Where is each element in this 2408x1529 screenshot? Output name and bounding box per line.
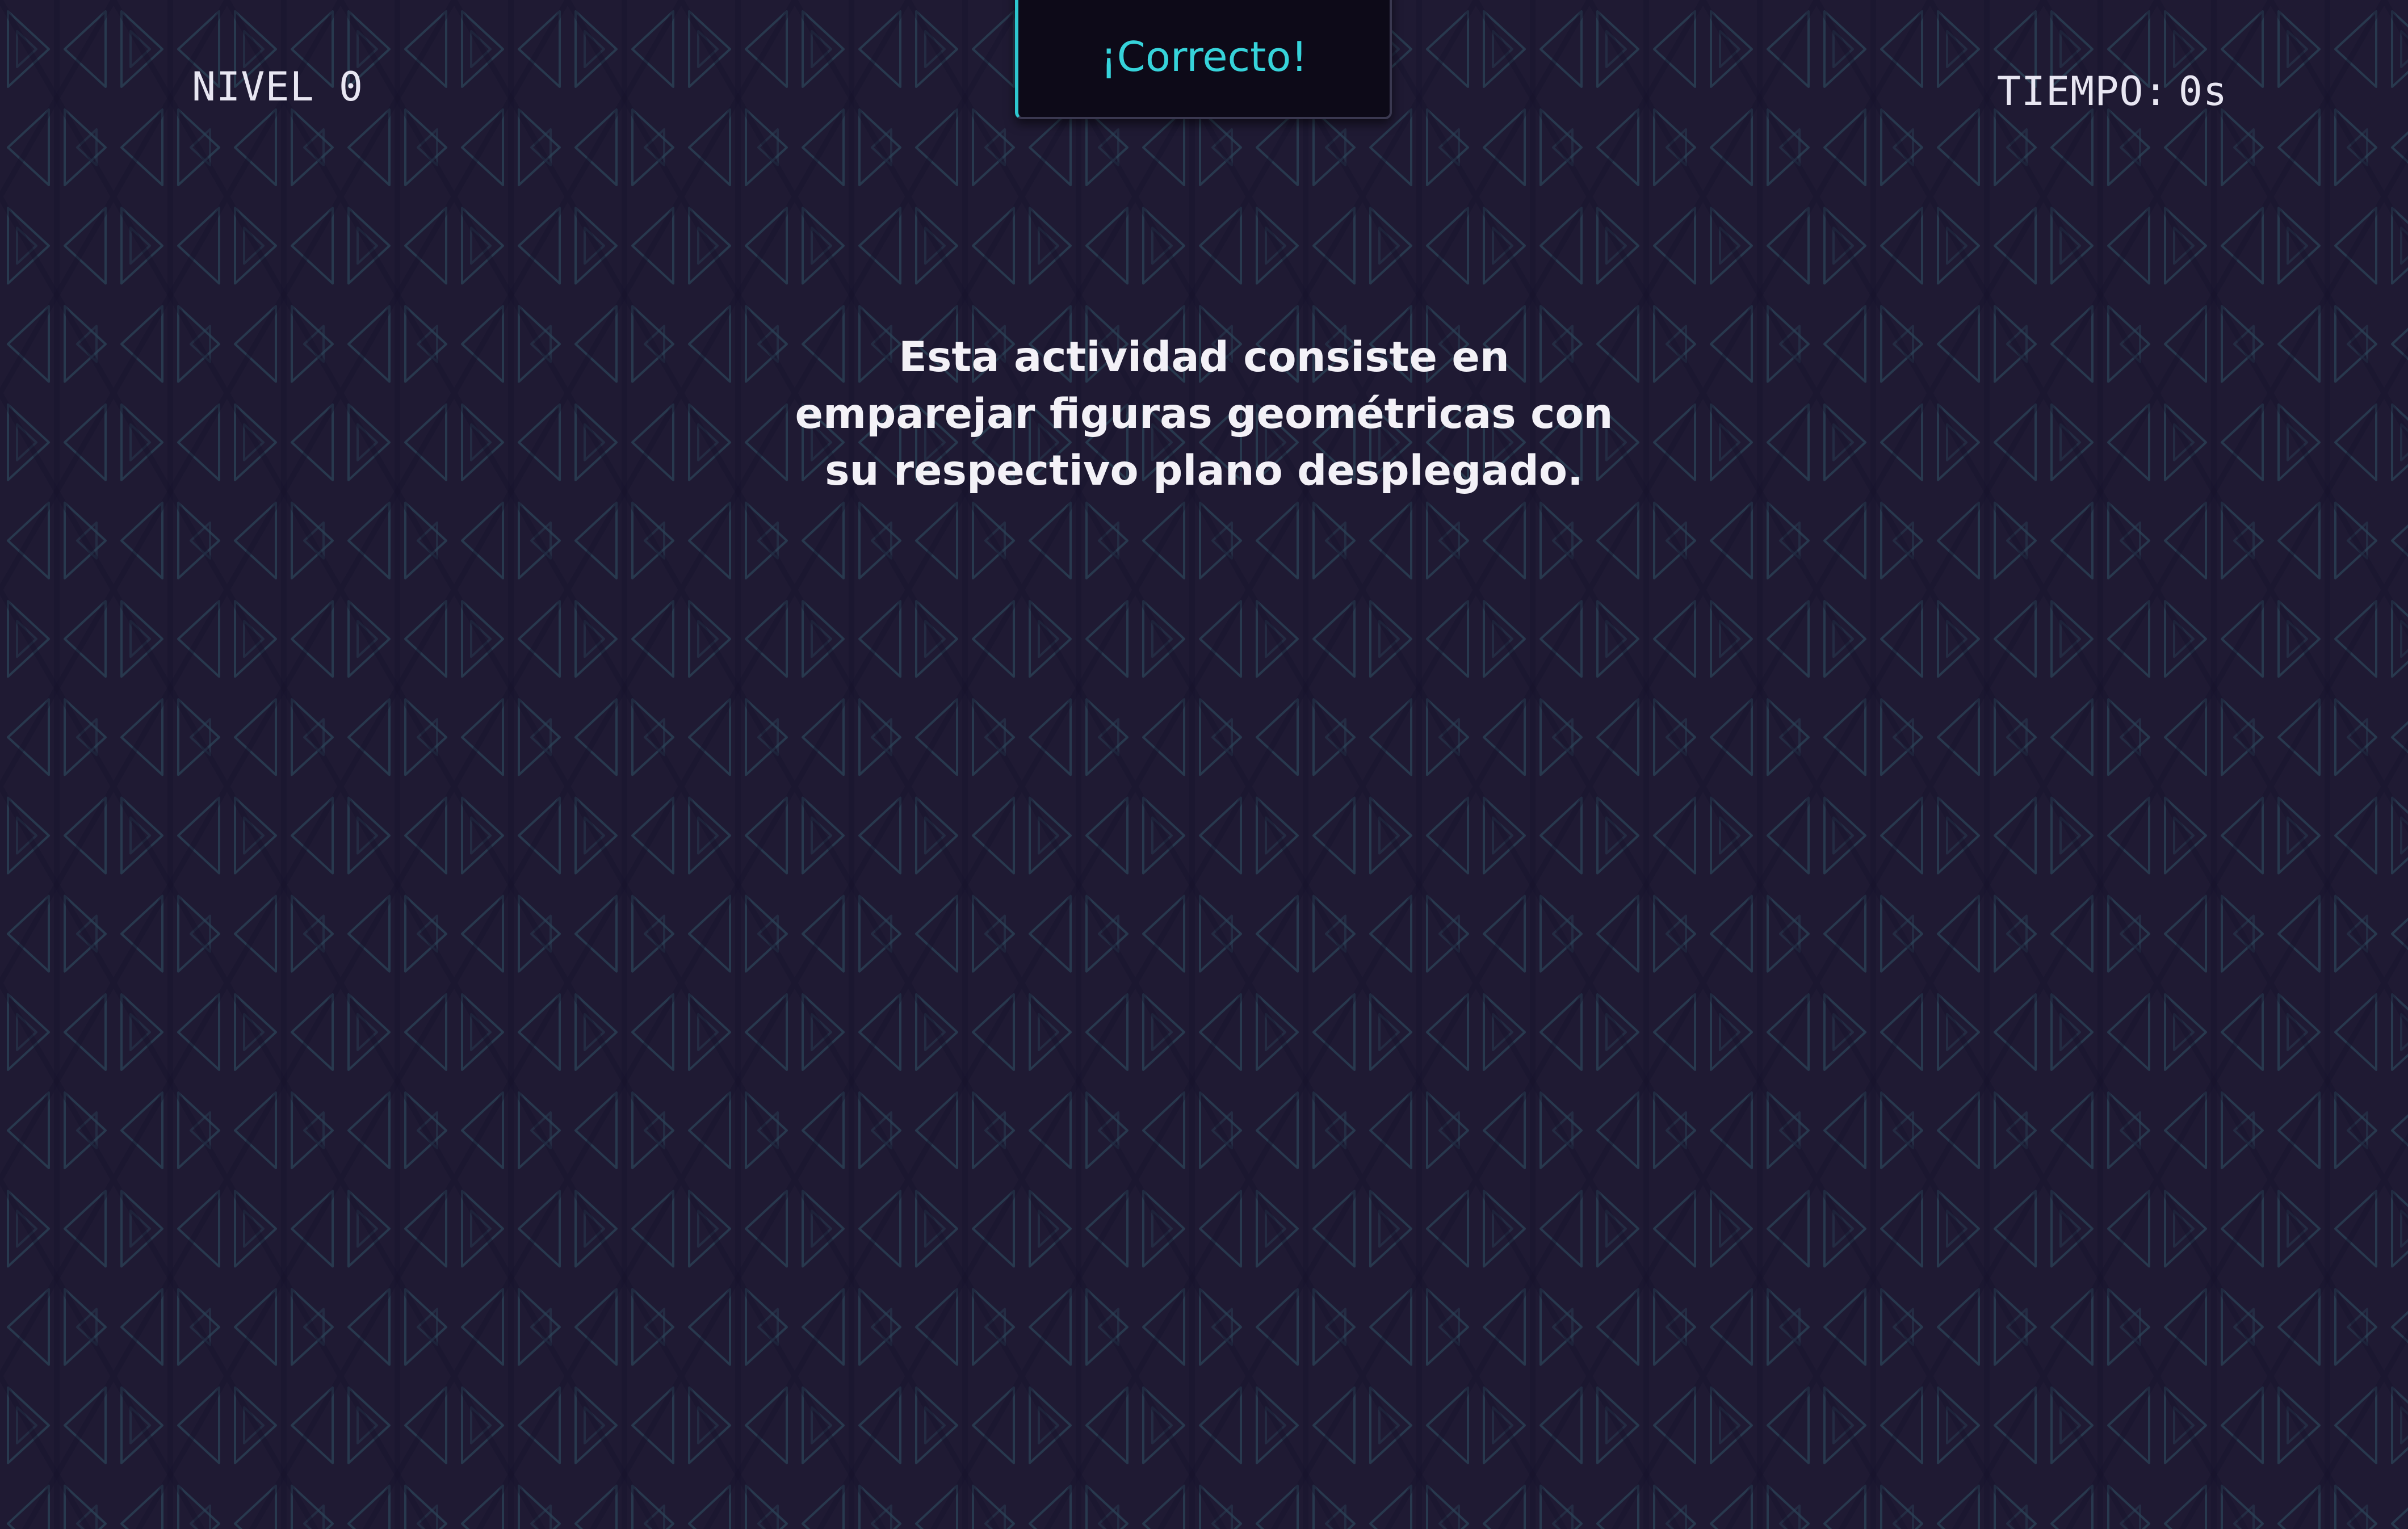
instructions-text: Esta actividad consiste en emparejar fig… (750, 329, 1658, 499)
feedback-toast: ¡Correcto! (1015, 0, 1392, 119)
feedback-message: ¡Correcto! (1100, 33, 1308, 81)
game-screen: NIVEL 0 TIEMPO: 0s ¡Correcto! Esta activi… (0, 0, 2408, 1529)
instructions-line: emparejar figuras geométricas con (795, 390, 1613, 438)
instructions-line: su respectivo plano desplegado. (825, 447, 1583, 495)
instructions-line: Esta actividad consiste en (899, 333, 1509, 381)
timer-label: TIEMPO: (1996, 68, 2168, 115)
triangle-pattern-icon (0, 0, 2408, 1529)
timer-value: 0s (2178, 68, 2227, 115)
timer: TIEMPO: 0s (1997, 68, 2227, 115)
level-indicator: NIVEL 0 (192, 64, 364, 110)
